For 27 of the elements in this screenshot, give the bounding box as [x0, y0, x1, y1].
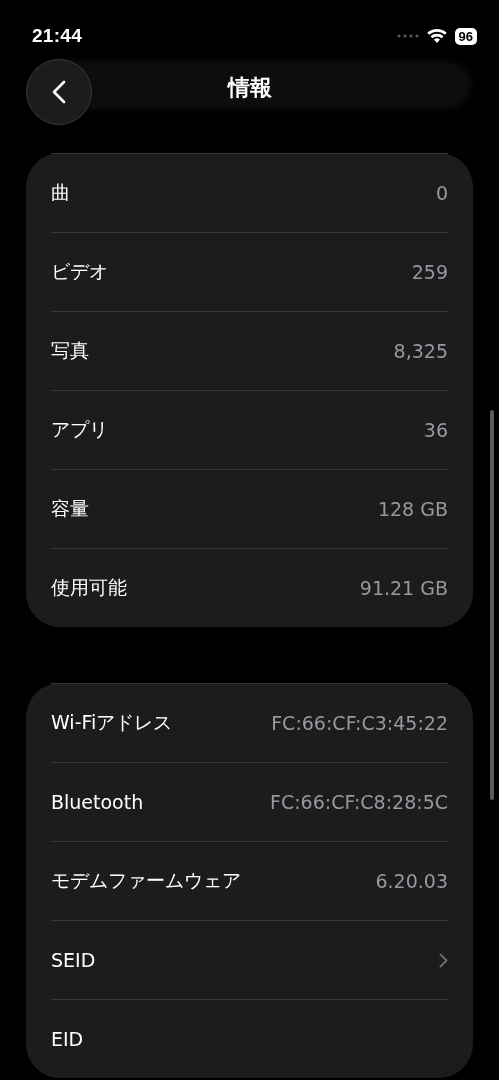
- row-value: FC:66:CF:C8:28:5C: [270, 791, 448, 813]
- row-value: 0: [435, 182, 448, 204]
- battery-level: 96: [454, 27, 477, 45]
- row-label: アプリ: [51, 417, 108, 442]
- row-label: SEID: [51, 949, 96, 971]
- row-value: 259: [411, 261, 448, 283]
- row-value: 91.21 GB: [359, 577, 448, 599]
- row-value: 6.20.03: [375, 870, 448, 892]
- row-value: 36: [423, 419, 448, 441]
- row-label: モデムファームウェア: [51, 868, 241, 893]
- row-label: 使用可能: [51, 575, 127, 600]
- chevron-icon: [439, 952, 448, 968]
- back-icon: [52, 80, 66, 104]
- row-label: 容量: [51, 496, 89, 521]
- row-label: 曲: [51, 180, 70, 205]
- row-label: EID: [51, 1028, 84, 1050]
- wifi-icon: [426, 28, 447, 44]
- signal-icon: [396, 34, 419, 38]
- row-value: 8,325: [393, 340, 448, 362]
- row-label: 写真: [51, 338, 89, 363]
- page-title: 情報: [227, 74, 272, 102]
- row-label: ビデオ: [51, 259, 108, 284]
- row-label: Wi-Fiアドレス: [51, 710, 173, 735]
- row-value: 128 GB: [377, 498, 448, 520]
- row-value: FC:66:CF:C3:45:22: [271, 712, 448, 734]
- clock-time: 21:44: [32, 25, 83, 47]
- row-label: Bluetooth: [51, 791, 144, 813]
